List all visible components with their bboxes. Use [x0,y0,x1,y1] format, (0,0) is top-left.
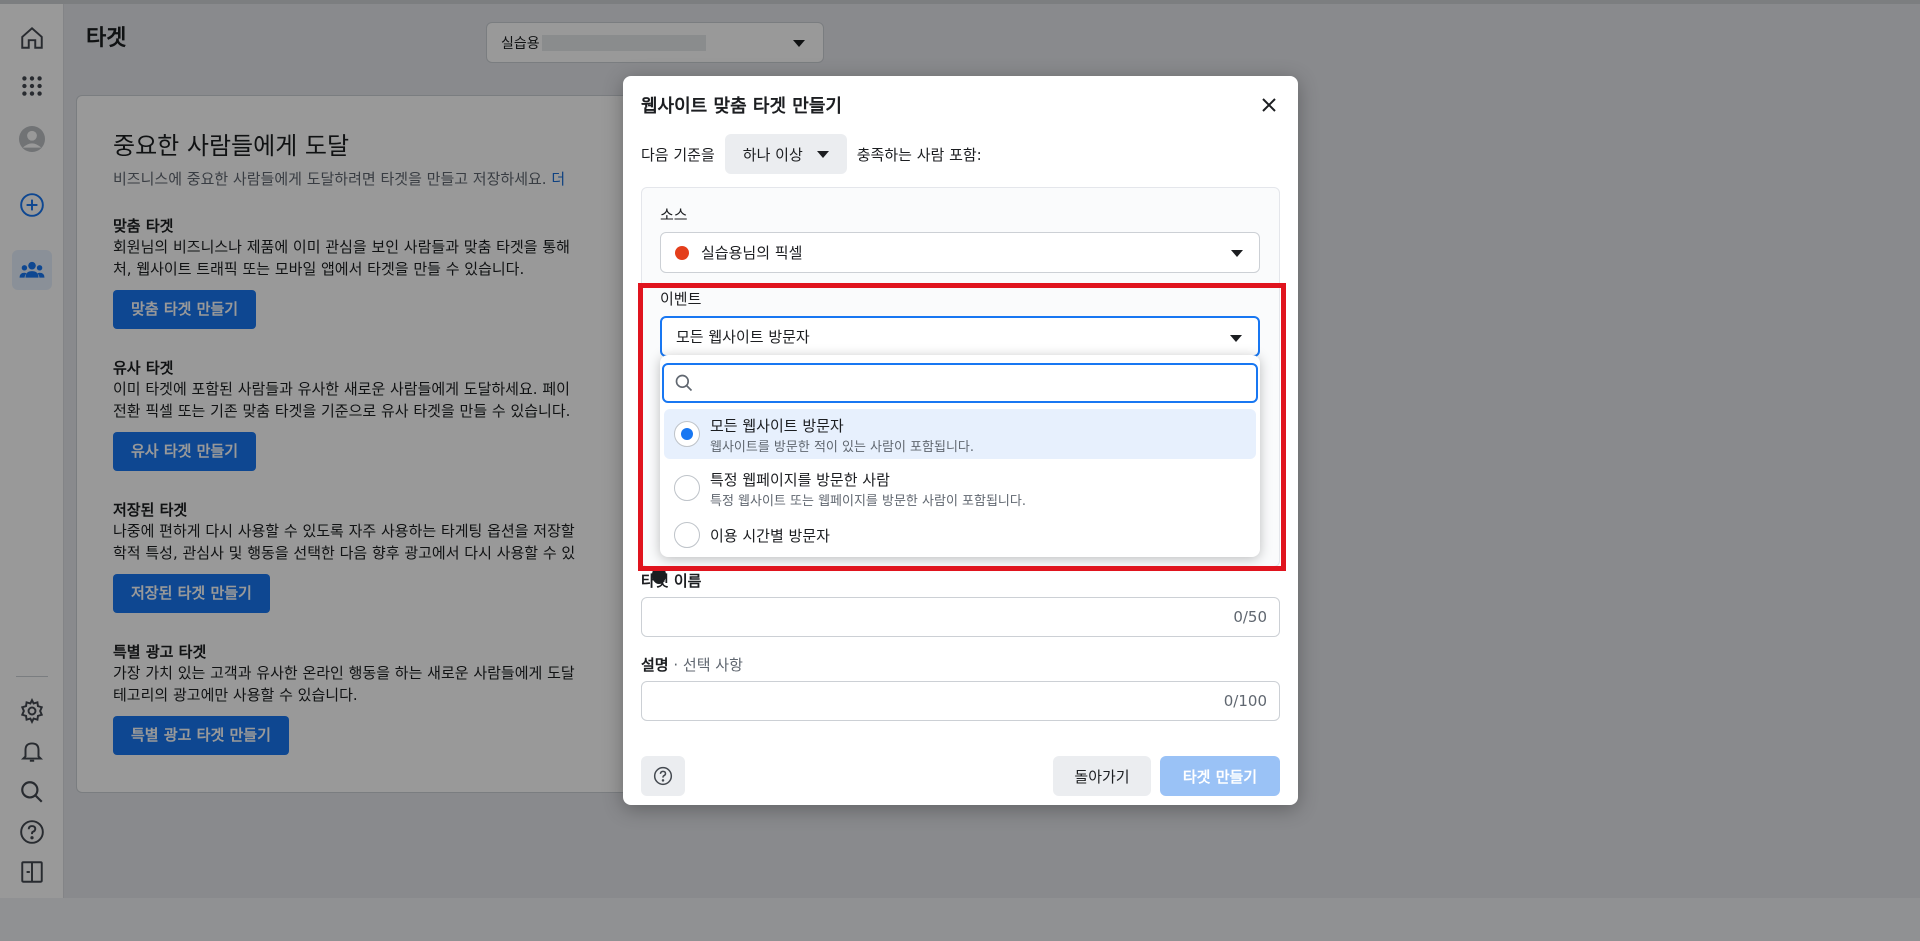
back-button[interactable]: 돌아가기 [1053,756,1151,796]
description-label: 설명 · 선택 사항 [641,656,743,674]
question-icon [653,766,673,786]
description-char-counter: 0/100 [1223,692,1267,710]
source-select[interactable]: 실습용님의 픽셀 [660,232,1260,273]
help-button[interactable] [641,756,685,796]
create-audience-button[interactable]: 타겟 만들기 [1160,756,1280,796]
dialog-title: 웹사이트 맞춤 타겟 만들기 [641,96,842,117]
name-char-counter: 0/50 [1233,608,1267,626]
audience-name-input[interactable]: 0/50 [641,597,1280,637]
criteria-row: 다음 기준을 하나 이상 충족하는 사람 포함: [641,134,982,174]
caret-down-icon [1231,250,1243,257]
caret-down-icon [816,150,829,158]
pixel-status-dot [675,245,689,260]
criteria-match-select[interactable]: 하나 이상 [724,134,847,174]
audience-name-label: 타겟 이름 [641,572,702,590]
source-label: 소스 [660,206,688,224]
close-icon[interactable] [1258,94,1280,116]
description-input[interactable]: 0/100 [641,681,1280,721]
red-highlight-annotation [638,283,1286,571]
